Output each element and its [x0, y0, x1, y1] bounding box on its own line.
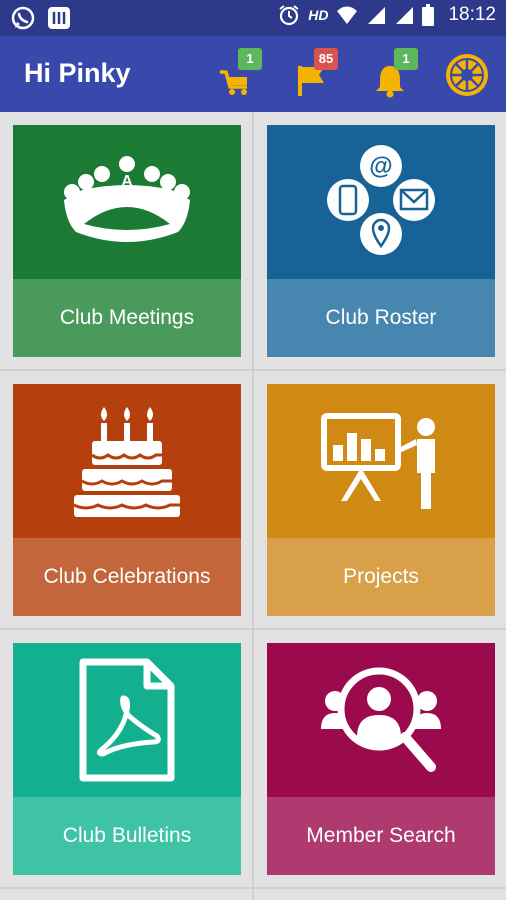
saavn-icon: [48, 7, 70, 29]
notifications-button[interactable]: 1: [370, 48, 418, 98]
tile-icon-area: [267, 384, 495, 538]
cart-badge: 1: [238, 48, 262, 70]
pdf-document-icon: [79, 658, 175, 782]
birthday-cake-icon: [73, 407, 180, 517]
svg-text:@: @: [369, 153, 392, 180]
clock: 18:12: [448, 4, 496, 25]
cart-button[interactable]: 1: [214, 48, 262, 98]
presentation-icon: [321, 413, 435, 509]
flag-button[interactable]: 85: [290, 48, 338, 98]
tile-label: Club Meetings: [13, 279, 241, 357]
wifi-icon: [337, 6, 358, 24]
alarm-icon: [279, 5, 299, 26]
tile-member-search[interactable]: Member Search: [267, 643, 495, 875]
grid-divider: [252, 112, 254, 900]
tile-icon-area: A: [13, 125, 241, 279]
signal-2-icon: [396, 7, 414, 24]
grid-divider: [0, 887, 506, 889]
meeting-table-icon: A: [64, 156, 190, 242]
tile-club-roster[interactable]: @ Club Roster: [267, 125, 495, 357]
tile-label: Projects: [267, 538, 495, 616]
tile-label: Member Search: [267, 797, 495, 875]
flag-badge: 85: [314, 48, 338, 70]
tile-icon-area: [13, 384, 241, 538]
grid-divider: [0, 628, 506, 630]
signal-icon: [368, 7, 386, 24]
tile-label: Club Roster: [267, 279, 495, 357]
tile-icon-area: @: [267, 125, 495, 279]
tile-label: Club Bulletins: [13, 797, 241, 875]
tile-club-bulletins[interactable]: Club Bulletins: [13, 643, 241, 875]
whatsapp-icon: [11, 6, 35, 30]
contact-roster-icon: @: [327, 145, 435, 255]
tile-club-meetings[interactable]: A Club Meetings: [13, 125, 241, 357]
menu-grid: A Club Meetings @ Club Roster Club Celeb…: [0, 112, 506, 900]
member-search-icon: [321, 667, 441, 772]
network-type: HD: [308, 7, 329, 23]
tile-club-celebrations[interactable]: Club Celebrations: [13, 384, 241, 616]
bell-badge: 1: [394, 48, 418, 70]
tile-label: Club Celebrations: [13, 538, 241, 616]
tile-projects[interactable]: Projects: [267, 384, 495, 616]
tile-icon-area: [13, 643, 241, 797]
tile-icon-area: [267, 643, 495, 797]
battery-icon: [422, 4, 435, 26]
svg-text:A: A: [121, 173, 133, 190]
settings-button[interactable]: [444, 52, 488, 96]
status-bar: HD 18:12: [0, 0, 506, 36]
page-title: Hi Pinky: [24, 58, 131, 88]
grid-divider: [0, 369, 506, 371]
app-bar: Hi Pinky 1 85 1: [0, 36, 506, 112]
rotary-wheel-icon: [446, 54, 488, 96]
